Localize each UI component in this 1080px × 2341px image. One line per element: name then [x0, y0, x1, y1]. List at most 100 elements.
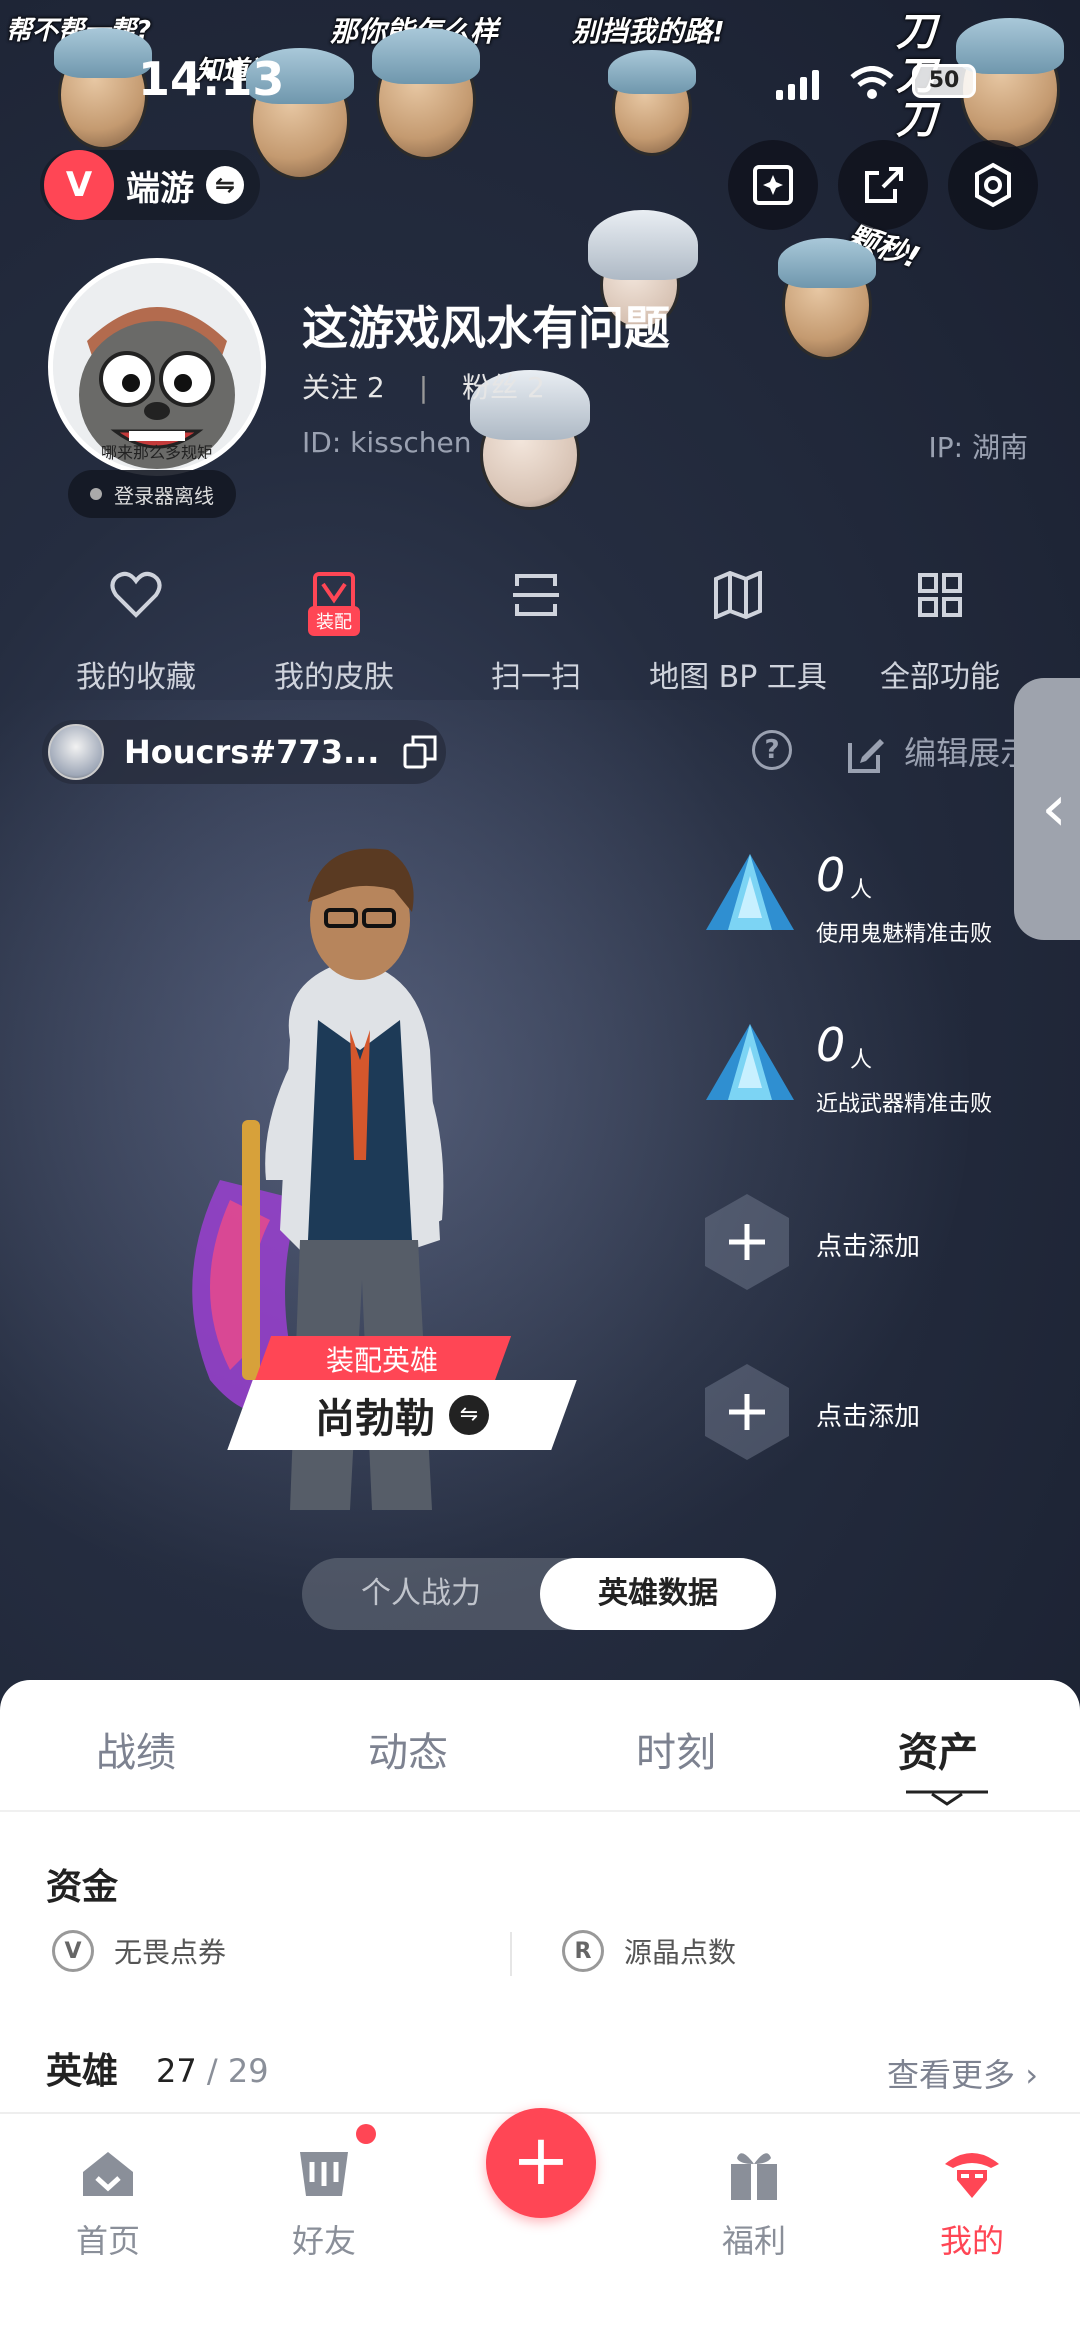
currency-label: 源晶点数	[624, 1936, 737, 1969]
stat-label: 使用鬼魅精准击败	[816, 922, 993, 947]
add-stat-slot[interactable]: 点击添加	[702, 1362, 1032, 1482]
nav-label: 好友	[291, 2222, 356, 2260]
quick-action-label: 我的收藏	[76, 660, 196, 695]
add-hex-icon	[705, 1364, 789, 1460]
nav-label: 福利	[721, 2222, 786, 2260]
grid-icon	[918, 573, 962, 617]
sparkle-frame-icon	[753, 165, 793, 205]
launcher-status-badge: 登录器离线	[68, 470, 236, 518]
quick-actions: 我的收藏 装配 我的皮肤 扫一扫 地图 BP 工具 全部功能	[0, 560, 1080, 700]
add-stat-slot[interactable]: 点击添加	[702, 1192, 1032, 1312]
heroes-slash: /	[196, 2052, 228, 2090]
game-account-name: Houcrs#773...	[124, 733, 380, 771]
app-switcher[interactable]: V 端游 ⇋	[40, 150, 260, 220]
battery-indicator: 50	[912, 64, 976, 98]
edit-display-label: 编辑展示	[904, 734, 1033, 772]
quick-action-label: 扫一扫	[491, 660, 581, 695]
nav-home[interactable]: 首页	[38, 2144, 178, 2262]
stat-card[interactable]: 0 人 使用鬼魅精准击败	[702, 848, 1032, 968]
scan-icon	[513, 574, 559, 616]
tab-record[interactable]: 战绩	[96, 1720, 176, 1778]
share-icon	[865, 167, 903, 203]
edit-display-button[interactable]: 编辑展示	[846, 728, 1032, 775]
valorant-logo-icon: V	[44, 150, 114, 220]
quick-action-map-bp[interactable]: 地图 BP 工具	[638, 560, 838, 696]
sticker-hair	[778, 238, 876, 288]
vp-icon: V	[52, 1930, 94, 1972]
tab-assets[interactable]: 资产	[898, 1720, 978, 1778]
add-post-button[interactable]	[728, 140, 818, 230]
ip-location: IP: 湖南	[928, 431, 1028, 464]
help-icon[interactable]: ?	[752, 730, 792, 770]
friends-icon	[300, 2152, 348, 2196]
swap-icon: ⇋	[206, 166, 244, 204]
equipped-hero-tag-label: 装配英雄	[325, 1344, 438, 1377]
create-post-button[interactable]: +	[486, 2108, 596, 2218]
signal-icon	[776, 70, 819, 100]
user-id: ID: kisschen	[302, 426, 472, 459]
nav-profile[interactable]: 我的	[902, 2144, 1042, 2262]
stat-label: 近战武器精准击败	[816, 1092, 993, 1117]
nav-label: 首页	[75, 2222, 140, 2260]
nav-label: 我的	[939, 2222, 1004, 2260]
status-time: 14:13	[138, 52, 285, 106]
edit-icon	[848, 739, 884, 773]
heroes-owned: 27	[156, 2052, 197, 2090]
equipped-hero-switch[interactable]: 尚勃勒 ⇋	[227, 1380, 577, 1450]
settings-button[interactable]	[948, 140, 1038, 230]
heroes-title: 英雄	[46, 2051, 119, 2092]
stat-card[interactable]: 0 人 近战武器精准击败	[702, 1018, 1032, 1138]
heroes-owned-count: 27 / 29	[156, 2052, 269, 2090]
swap-icon: ⇋	[449, 1395, 489, 1435]
launcher-status-text: 登录器离线	[114, 483, 214, 508]
data-view-toggle: 个人战力 英雄数据	[302, 1558, 776, 1630]
equipped-hero-name: 尚勃勒	[315, 1396, 435, 1442]
gift-icon	[731, 2153, 777, 2200]
divider	[510, 1932, 512, 1976]
nav-welfare[interactable]: 福利	[684, 2144, 824, 2262]
stat-count: 0	[816, 1018, 846, 1072]
share-button[interactable]	[838, 140, 928, 230]
sticker-hair	[588, 210, 698, 280]
divider: |	[418, 371, 429, 404]
toggle-personal-power[interactable]: 个人战力	[302, 1558, 540, 1630]
status-bar: 14:13 50	[0, 40, 1080, 120]
following-count[interactable]: 关注 2	[302, 371, 385, 404]
follow-stats: 关注 2 | 粉丝 2	[302, 366, 545, 406]
quick-action-all[interactable]: 全部功能	[840, 560, 1040, 696]
quick-action-label: 地图 BP 工具	[649, 660, 827, 695]
crystal-icon	[706, 1024, 794, 1100]
profile-icon	[945, 2153, 999, 2198]
radianite-icon: R	[562, 1930, 604, 1972]
home-icon	[83, 2152, 133, 2196]
tab-feed[interactable]: 动态	[368, 1720, 448, 1778]
nav-friends[interactable]: 好友	[254, 2144, 394, 2262]
app-switcher-label: 端游	[126, 168, 194, 209]
game-account-pill[interactable]: Houcrs#773...	[42, 720, 446, 784]
stat-unit: 人	[850, 878, 873, 903]
quick-action-label: 我的皮肤	[274, 660, 394, 695]
avatar[interactable]: 哪来那么多规矩	[48, 258, 266, 476]
tab-active-indicator	[906, 1790, 988, 1806]
tab-moments[interactable]: 时刻	[636, 1720, 716, 1778]
stat-unit: 人	[850, 1048, 873, 1073]
funds-title: 资金	[46, 1867, 119, 1908]
quick-action-favorites[interactable]: 我的收藏	[36, 560, 236, 696]
copy-icon[interactable]	[403, 735, 437, 769]
game-account-avatar	[48, 724, 104, 780]
status-dot-icon	[90, 488, 102, 500]
divider	[0, 1810, 1080, 1812]
view-more-link[interactable]: 查看更多 ›	[887, 2050, 1038, 2096]
map-icon	[714, 571, 762, 619]
gear-icon	[975, 162, 1011, 208]
toggle-hero-data[interactable]: 英雄数据	[540, 1558, 776, 1630]
quick-action-scan[interactable]: 扫一扫	[436, 560, 636, 696]
crystal-icon	[706, 854, 794, 930]
heroes-total: 29	[227, 2052, 269, 2090]
heart-icon	[110, 571, 162, 618]
add-slot-label: 点击添加	[816, 1402, 921, 1432]
followers-count[interactable]: 粉丝 2	[462, 371, 545, 404]
quick-action-skins[interactable]: 装配 我的皮肤	[234, 560, 434, 696]
equipped-hero-tag: 装配英雄	[252, 1336, 512, 1386]
add-slot-label: 点击添加	[816, 1232, 921, 1262]
